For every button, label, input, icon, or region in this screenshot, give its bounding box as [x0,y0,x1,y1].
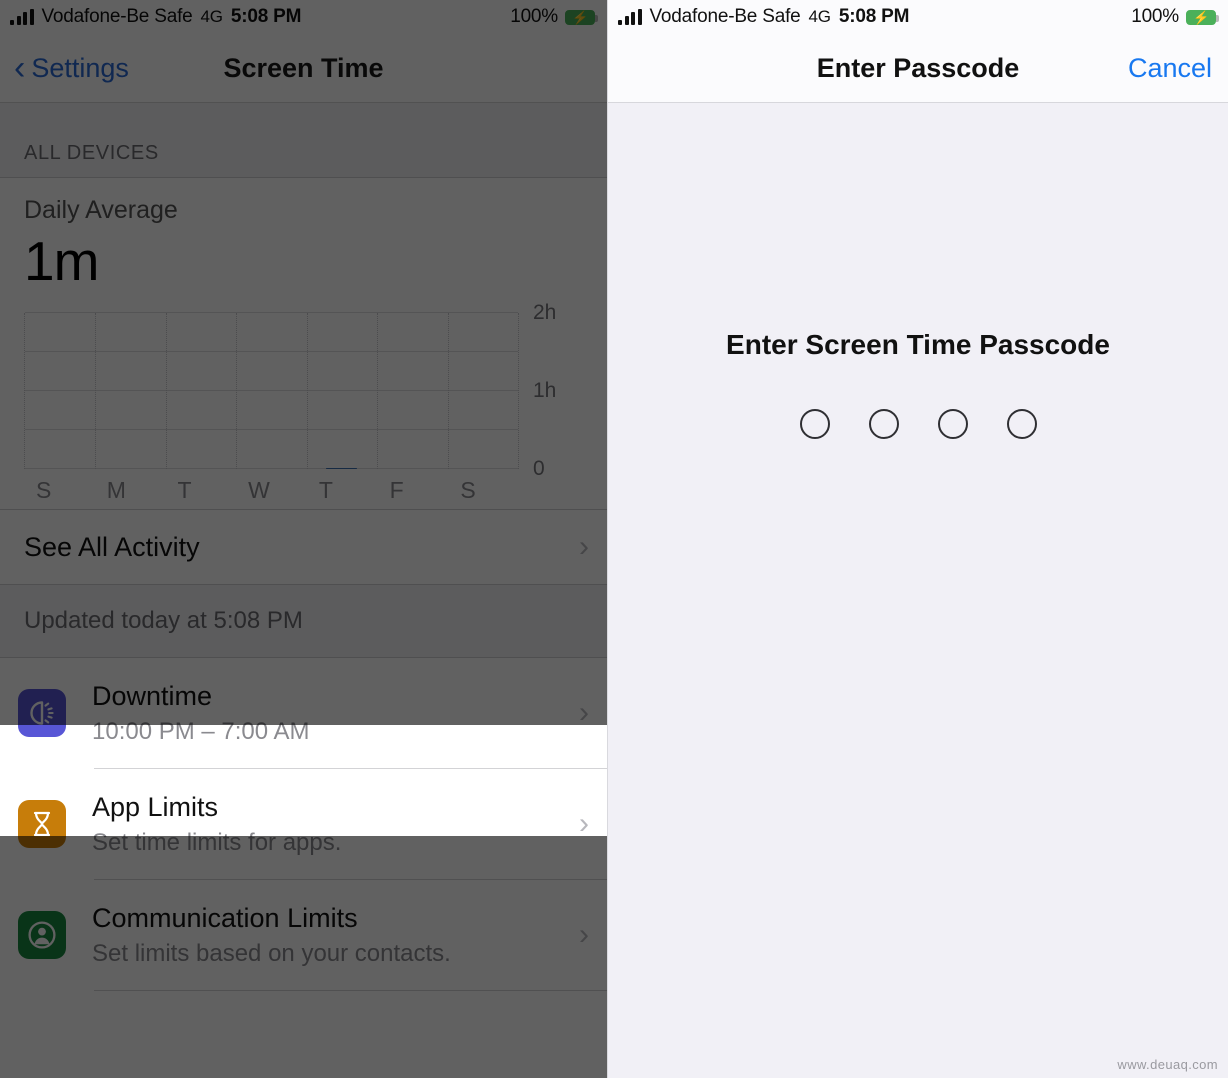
see-all-activity-text: See All Activity [24,532,569,563]
see-all-activity-label: See All Activity [24,531,200,562]
chart-y-tick-label: 2h [533,301,557,324]
chart-y-tick-label: 1h [533,379,557,402]
network-type-label: 4G [200,7,223,26]
screen-time-settings-page: Vodafone-Be Safe 4G 5:08 PM 100% ⚡ ‹ Set… [0,0,607,1078]
person-circle-icon [18,911,66,959]
communication-limits-text: Communication Limits Set limits based on… [92,903,569,968]
status-bar: Vodafone-Be Safe 4G 5:08 PM 100% ⚡ [0,0,607,34]
chart-x-tick-label: M [106,476,126,503]
chart-x-tick-label: T [177,476,192,503]
chevron-right-icon: › [579,530,589,563]
battery-percent-label: 100% [1131,6,1179,27]
chart-x-tick-label: S [460,476,476,503]
chart-bar [326,467,358,469]
signal-bars-icon [618,9,642,25]
chart-x-tick-label: T [318,476,333,503]
passcode-dot [1006,409,1037,439]
chart-plot-area [24,312,519,469]
weekly-usage-chart: 0 1h 2h S M T W T F S [24,301,583,509]
chart-column-divider [447,313,449,469]
carrier-label: Vodafone-Be Safe [649,6,801,27]
chart-column-divider [306,313,308,469]
passcode-dots[interactable] [608,409,1228,439]
passcode-prompt: Enter Screen Time Passcode [726,329,1110,360]
passcode-dot [799,409,830,439]
right-phone-screen: Vodafone-Be Safe 4G 5:08 PM 100% ⚡ Enter… [607,0,1228,1078]
communication-limits-title: Communication Limits [92,902,358,933]
chart-gridline [25,390,518,391]
hourglass-icon [18,800,66,848]
chart-x-tick-label: S [36,476,52,503]
communication-limits-divider [94,990,607,991]
daily-average-card: Daily Average 1m 0 1h 2h S M T W T F S [0,178,607,509]
chart-gridline [25,429,518,430]
daily-average-label: Daily Average [24,196,178,224]
chevron-right-icon: › [579,807,589,840]
status-bar-left: Vodafone-Be Safe 4G 5:08 PM [618,6,909,28]
network-type-label: 4G [808,7,831,26]
updated-footnote: Updated today at 5:08 PM [0,585,607,657]
navigation-bar: ‹ Settings Screen Time [0,34,607,102]
status-bar: Vodafone-Be Safe 4G 5:08 PM 100% ⚡ [608,0,1228,34]
clock-label: 5:08 PM [230,6,302,27]
downtime-title: Downtime [92,680,213,711]
section-header-all-devices: ALL DEVICES [0,103,607,177]
chart-x-tick-label: F [389,476,404,503]
chart-x-axis: SMTWTFS [24,471,519,509]
back-button-label: Settings [31,52,129,83]
battery-percent-label: 100% [510,6,558,27]
chart-gridline [25,351,518,352]
downtime-moon-icon [18,689,66,737]
back-button[interactable]: ‹ Settings [14,51,129,85]
chart-gridline [25,468,518,469]
passcode-dot [937,409,968,439]
chevron-left-icon: ‹ [14,49,26,87]
status-bar-left: Vodafone-Be Safe 4G 5:08 PM [10,6,301,28]
carrier-label: Vodafone-Be Safe [41,6,193,27]
chart-column-divider [165,313,167,469]
chart-column-divider [236,313,238,469]
chart-x-tick-label: W [248,476,270,503]
passcode-entry-area: Enter Screen Time Passcode [608,103,1228,439]
battery-charging-icon: ⚡ [1186,9,1219,25]
status-bar-right: 100% ⚡ [510,6,598,28]
chart-column-divider [377,313,379,469]
status-bar-right: 100% ⚡ [1131,6,1219,28]
dual-screenshot: Vodafone-Be Safe 4G 5:08 PM 100% ⚡ ‹ Set… [0,0,1228,1078]
app-limits-subtitle: Set time limits for apps. [92,828,342,856]
downtime-schedule: 10:00 PM – 7:00 AM [92,717,310,745]
communication-limits-subtitle: Set limits based on your contacts. [92,939,451,967]
watermark: www.deuaq.com [1117,1057,1218,1072]
settings-row-app-limits[interactable]: App Limits Set time limits for apps. › [0,769,607,879]
downtime-text: Downtime 10:00 PM – 7:00 AM [92,681,569,746]
signal-bars-icon [10,9,34,25]
chevron-right-icon: › [579,696,589,729]
passcode-dot [868,409,899,439]
see-all-activity-row[interactable]: See All Activity › [0,510,607,584]
chart-gridline [25,312,518,313]
settings-row-downtime[interactable]: Downtime 10:00 PM – 7:00 AM › [0,658,607,768]
settings-row-communication-limits[interactable]: Communication Limits Set limits based on… [0,880,607,990]
chevron-right-icon: › [579,918,589,951]
app-limits-title: App Limits [92,791,219,822]
app-limits-text: App Limits Set time limits for apps. [92,792,569,857]
passcode-navigation-bar: Enter Passcode Cancel [608,34,1228,102]
clock-label: 5:08 PM [838,6,910,27]
chart-y-tick-label: 0 [533,457,545,480]
chart-column-divider [95,313,97,469]
daily-average-value: 1m [24,230,99,292]
cancel-button[interactable]: Cancel [1128,53,1212,84]
battery-charging-icon: ⚡ [565,9,598,25]
left-phone-screen: Vodafone-Be Safe 4G 5:08 PM 100% ⚡ ‹ Set… [0,0,607,1078]
